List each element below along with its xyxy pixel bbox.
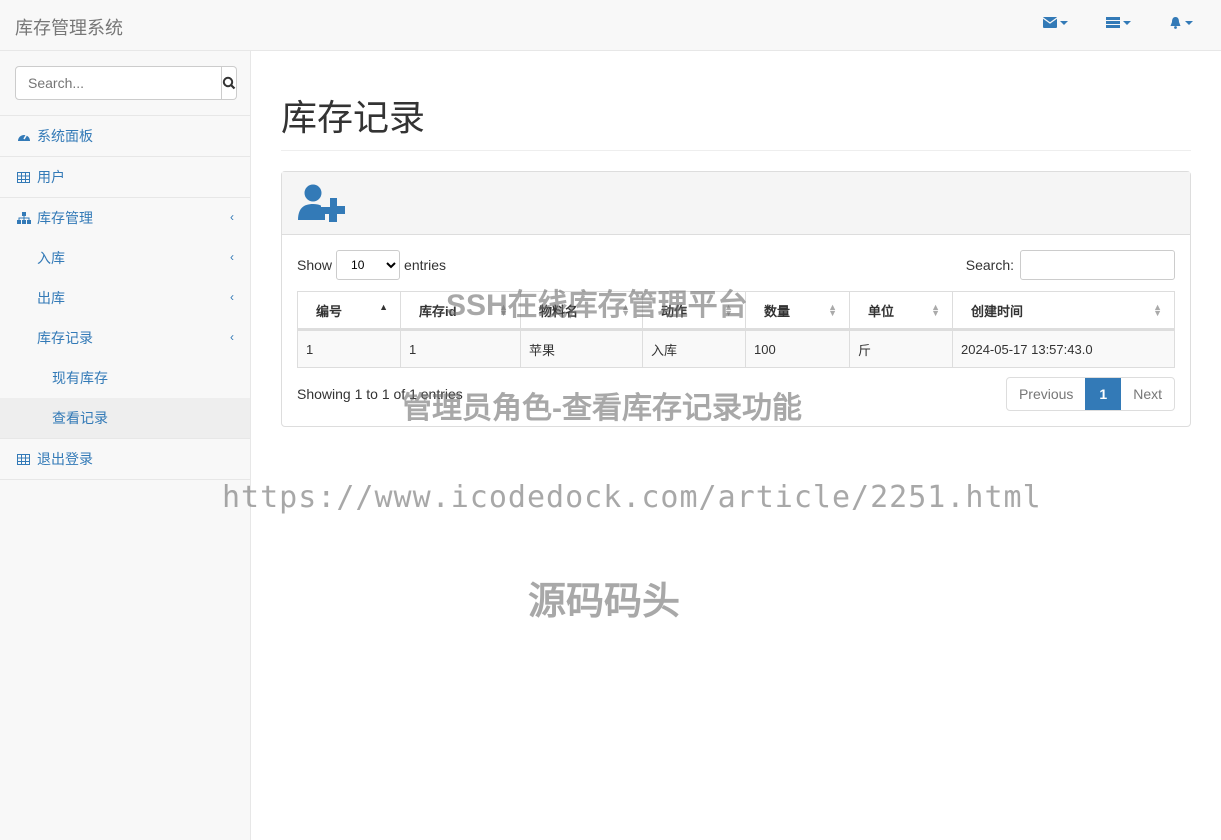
- table-cell: 1: [297, 329, 401, 368]
- page-title: 库存记录: [281, 89, 1191, 151]
- table-info: Showing 1 to 1 of 1 entries: [297, 386, 463, 402]
- sort-icon: ▲ ▼: [931, 302, 940, 318]
- main-content: 库存记录 Show 10 entries Search: 编号 ▲ 库存id ▲ ▼ 物料…: [281, 51, 1191, 427]
- sitemap-icon: [17, 212, 31, 224]
- table-icon: [17, 453, 31, 465]
- records-table: 编号 ▲ 库存id ▲ ▼ 物料名 ▲ ▼ 动作 ▲ ▼ 数量 ▲ ▼ 单位 ▲ ▼ 创建时间 ▲ ▼ 1 1 苹果 入库 1…: [297, 291, 1175, 368]
- dashboard-icon: [17, 130, 31, 142]
- pagination: Previous 1 Next: [1005, 377, 1175, 411]
- table-cell: 入库: [642, 329, 746, 368]
- page-1-button[interactable]: 1: [1085, 378, 1122, 410]
- alerts-dropdown[interactable]: [1169, 16, 1193, 29]
- sidebar-search: [15, 66, 237, 100]
- tasks-dropdown[interactable]: [1106, 16, 1131, 29]
- column-header[interactable]: 物料名 ▲ ▼: [520, 291, 643, 331]
- sidebar-item-current-stock[interactable]: 现有库存: [0, 358, 250, 398]
- top-navbar: 库存管理系统: [0, 0, 1221, 51]
- next-button[interactable]: Next: [1121, 378, 1174, 410]
- sort-icon: ▲ ▼: [621, 302, 630, 318]
- chevron-left-icon: ‹: [230, 290, 234, 304]
- table-cell: 100: [745, 329, 850, 368]
- envelope-icon: [1043, 17, 1057, 28]
- chevron-left-icon: ‹: [230, 250, 234, 264]
- sidebar-item-users[interactable]: 用户: [0, 157, 250, 198]
- chevron-left-icon: ‹: [230, 210, 234, 224]
- sort-icon: ▲ ▼: [1153, 302, 1162, 318]
- column-header[interactable]: 创建时间 ▲ ▼: [952, 291, 1175, 331]
- sort-icon: ▲ ▼: [828, 302, 837, 318]
- sort-asc-icon: ▲: [379, 302, 388, 312]
- records-panel: Show 10 entries Search: 编号 ▲ 库存id ▲ ▼ 物料名 ▲ ▼ 动作…: [281, 171, 1191, 427]
- table-cell: 苹果: [520, 329, 643, 368]
- sidebar-item-view-records[interactable]: 查看记录: [0, 398, 250, 439]
- watermark: https://www.icodedock.com/article/2251.h…: [222, 480, 1042, 515]
- sidebar-item-stock-records[interactable]: 库存记录 ‹: [0, 318, 250, 358]
- table-row: 1 1 苹果 入库 100 斤 2024-05-17 13:57:43.0: [297, 329, 1175, 368]
- brand[interactable]: 库存管理系统: [15, 14, 123, 40]
- bell-icon: [1170, 17, 1181, 29]
- sort-icon: ▲ ▼: [724, 302, 733, 318]
- sidebar-search-button[interactable]: [222, 66, 237, 100]
- table-cell: 1: [400, 329, 521, 368]
- table-cell: 2024-05-17 13:57:43.0: [952, 329, 1175, 368]
- column-header[interactable]: 库存id ▲ ▼: [400, 291, 521, 331]
- page-size-select[interactable]: 10: [336, 250, 401, 280]
- column-header[interactable]: 数量 ▲ ▼: [745, 291, 850, 331]
- sidebar-item-stock-in[interactable]: 入库 ‹: [0, 238, 250, 278]
- table-search-input[interactable]: [1020, 250, 1175, 280]
- previous-button[interactable]: Previous: [1007, 378, 1085, 410]
- column-header[interactable]: 编号 ▲: [297, 291, 401, 331]
- messages-dropdown[interactable]: [1043, 16, 1068, 29]
- sort-icon: ▲ ▼: [499, 302, 508, 318]
- tasks-icon: [1106, 17, 1120, 28]
- table-icon: [17, 171, 31, 183]
- column-header[interactable]: 动作 ▲ ▼: [642, 291, 746, 331]
- sidebar-item-dashboard[interactable]: 系统面板: [0, 116, 250, 157]
- table-cell: 斤: [849, 329, 953, 368]
- user-plus-icon[interactable]: [297, 184, 347, 222]
- watermark: 源码码头: [528, 581, 681, 623]
- column-header[interactable]: 单位 ▲ ▼: [849, 291, 953, 331]
- sidebar: 系统面板 用户 库存管理‹ 入库‹ 出库‹ 库存记录‹ 现有库存 查看记录 退出…: [0, 51, 251, 840]
- chevron-left-icon: ‹: [230, 330, 234, 344]
- sidebar-item-stock-out[interactable]: 出库 ‹: [0, 278, 250, 318]
- search-icon: [222, 76, 236, 90]
- sidebar-search-input[interactable]: [15, 66, 222, 100]
- sidebar-item-inventory[interactable]: 库存管理 ‹: [0, 198, 250, 238]
- sidebar-item-logout[interactable]: 退出登录: [0, 439, 250, 480]
